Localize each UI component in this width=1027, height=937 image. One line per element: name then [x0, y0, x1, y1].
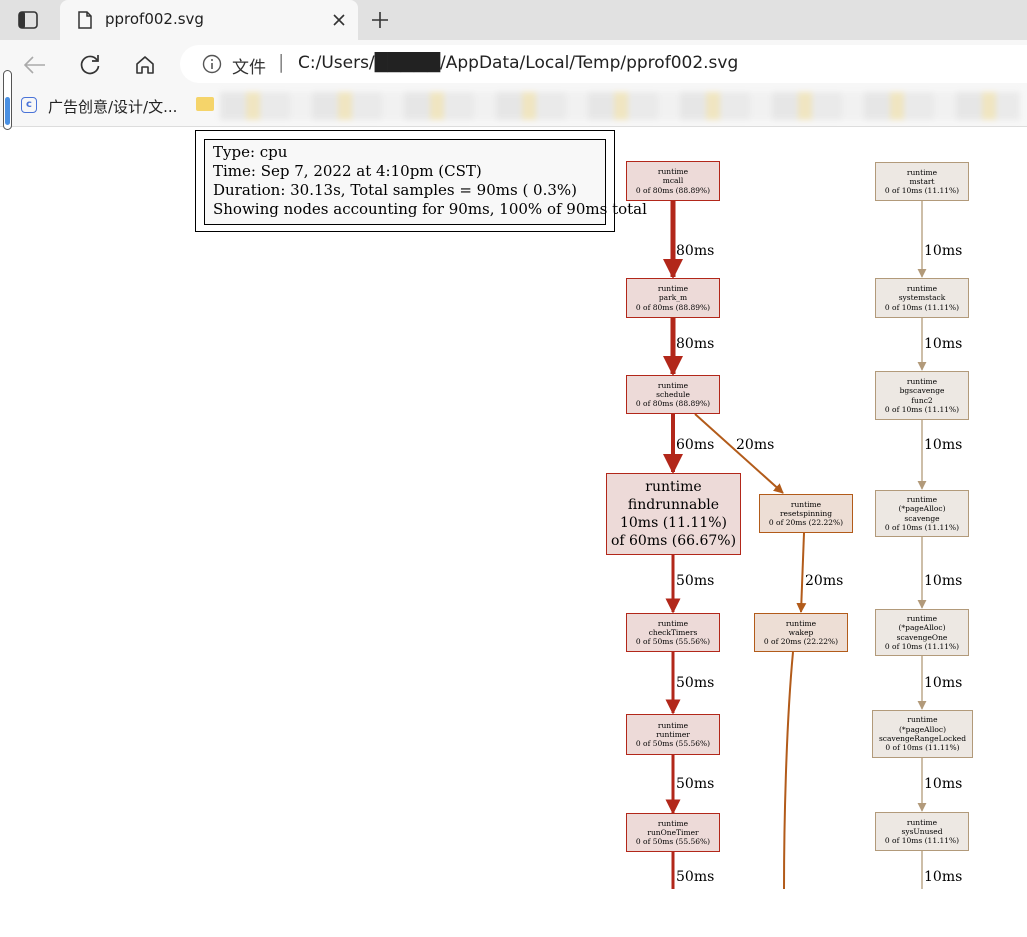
- edge-label: 10ms: [924, 437, 963, 453]
- node-mcall[interactable]: runtime mcall 0 of 80ms (88.89%): [626, 161, 720, 201]
- edge-label: 80ms: [676, 243, 715, 259]
- edge-label: 20ms: [736, 437, 775, 453]
- info-icon[interactable]: [202, 54, 222, 78]
- blurred-bookmarks: [220, 92, 1020, 120]
- tab-strip: pprof002.svg: [0, 0, 1027, 40]
- edge-label: 80ms: [676, 336, 715, 352]
- bookmark-item[interactable]: 广告创意/设计/文...: [48, 96, 177, 117]
- bookmarks-bar: c 广告创意/设计/文...: [0, 88, 1027, 127]
- back-arrow-icon[interactable]: [20, 50, 50, 80]
- node-scavenge[interactable]: runtime (*pageAlloc) scavenge 0 of 10ms (11…: [875, 490, 969, 537]
- node-mstart[interactable]: runtime mstart 0 of 10ms (11.11%): [875, 162, 969, 201]
- file-scheme-label: 文件: [232, 58, 266, 78]
- sidebar-scroll-handle[interactable]: [3, 70, 12, 130]
- edge-label: 20ms: [805, 573, 844, 589]
- new-tab-icon[interactable]: [366, 7, 394, 33]
- legend-showing: Showing nodes accounting for 90ms, 100% …: [213, 200, 647, 218]
- tab-actions-icon[interactable]: [10, 8, 46, 32]
- node-systemstack[interactable]: runtime systemstack 0 of 10ms (11.11%): [875, 278, 969, 318]
- node-resetspinning[interactable]: runtime resetspinning 0 of 20ms (22.22%): [759, 494, 853, 533]
- edge-lines: [663, 201, 927, 890]
- node-scavengerangelocked[interactable]: runtime (*pageAlloc) scavengeRangeLocked 0 …: [872, 710, 973, 758]
- edge-label: 10ms: [924, 869, 963, 885]
- edge-label: 10ms: [924, 573, 963, 589]
- edge-label: 50ms: [676, 573, 715, 589]
- address-bar-row: 文件 | C:/Users/█████/AppData/Local/Temp/p…: [0, 40, 1027, 88]
- legend-type: Type: cpu: [213, 143, 288, 161]
- address-separator: |: [278, 51, 285, 73]
- legend-box: Type: cpu Time: Sep 7, 2022 at 4:10pm (C…: [195, 130, 647, 232]
- edge-label: 50ms: [676, 675, 715, 691]
- folder-icon[interactable]: [196, 97, 214, 111]
- active-tab[interactable]: pprof002.svg: [60, 0, 358, 40]
- node-park-m[interactable]: runtime park_m 0 of 80ms (88.89%): [626, 278, 720, 318]
- edge-wakep-below: [783, 651, 794, 890]
- edge-label: 50ms: [676, 776, 715, 792]
- node-wakep[interactable]: runtime wakep 0 of 20ms (22.22%): [754, 613, 848, 652]
- node-runonetimer[interactable]: runtime runOneTimer 0 of 50ms (55.56%): [626, 813, 720, 852]
- edge-label: 10ms: [924, 243, 963, 259]
- node-bgscavenge[interactable]: runtime bgscavenge func2 0 of 10ms (11.11%): [875, 371, 969, 420]
- edge-label: 60ms: [676, 437, 715, 453]
- legend-duration: Duration: 30.13s, Total samples = 90ms (…: [213, 181, 578, 199]
- edge-label: 10ms: [924, 675, 963, 691]
- refresh-icon[interactable]: [75, 50, 105, 80]
- node-schedule[interactable]: runtime schedule 0 of 80ms (88.89%): [626, 375, 720, 414]
- node-scavengeone[interactable]: runtime (*pageAlloc) scavengeOne 0 of 10ms …: [875, 609, 969, 656]
- close-tab-icon[interactable]: [328, 9, 350, 31]
- document-icon: [78, 11, 92, 33]
- node-runtimer[interactable]: runtime runtimer 0 of 50ms (55.56%): [626, 714, 720, 755]
- url-text[interactable]: C:/Users/█████/AppData/Local/Temp/pprof0…: [298, 53, 738, 73]
- url-field[interactable]: 文件 | C:/Users/█████/AppData/Local/Temp/p…: [180, 45, 1027, 83]
- edge-label: 50ms: [676, 869, 715, 885]
- tab-title: pprof002.svg: [105, 10, 204, 28]
- node-sysunused[interactable]: runtime sysUnused 0 of 10ms (11.11%): [875, 812, 969, 851]
- legend-inner: Type: cpu Time: Sep 7, 2022 at 4:10pm (C…: [204, 139, 647, 225]
- home-icon[interactable]: [130, 50, 160, 80]
- edge-label: 10ms: [924, 336, 963, 352]
- node-checktimers[interactable]: runtime checkTimers 0 of 50ms (55.56%): [626, 613, 720, 652]
- pprof-graph: Type: cpu Time: Sep 7, 2022 at 4:10pm (C…: [0, 127, 1027, 937]
- edge-label: 10ms: [924, 776, 963, 792]
- bookmark-site-icon: c: [21, 97, 37, 113]
- legend-time: Time: Sep 7, 2022 at 4:10pm (CST): [213, 162, 482, 180]
- edge-reset-wakep: [796, 532, 807, 613]
- node-findrunnable[interactable]: runtime findrunnable 10ms (11.11%) of 60ms …: [606, 473, 741, 555]
